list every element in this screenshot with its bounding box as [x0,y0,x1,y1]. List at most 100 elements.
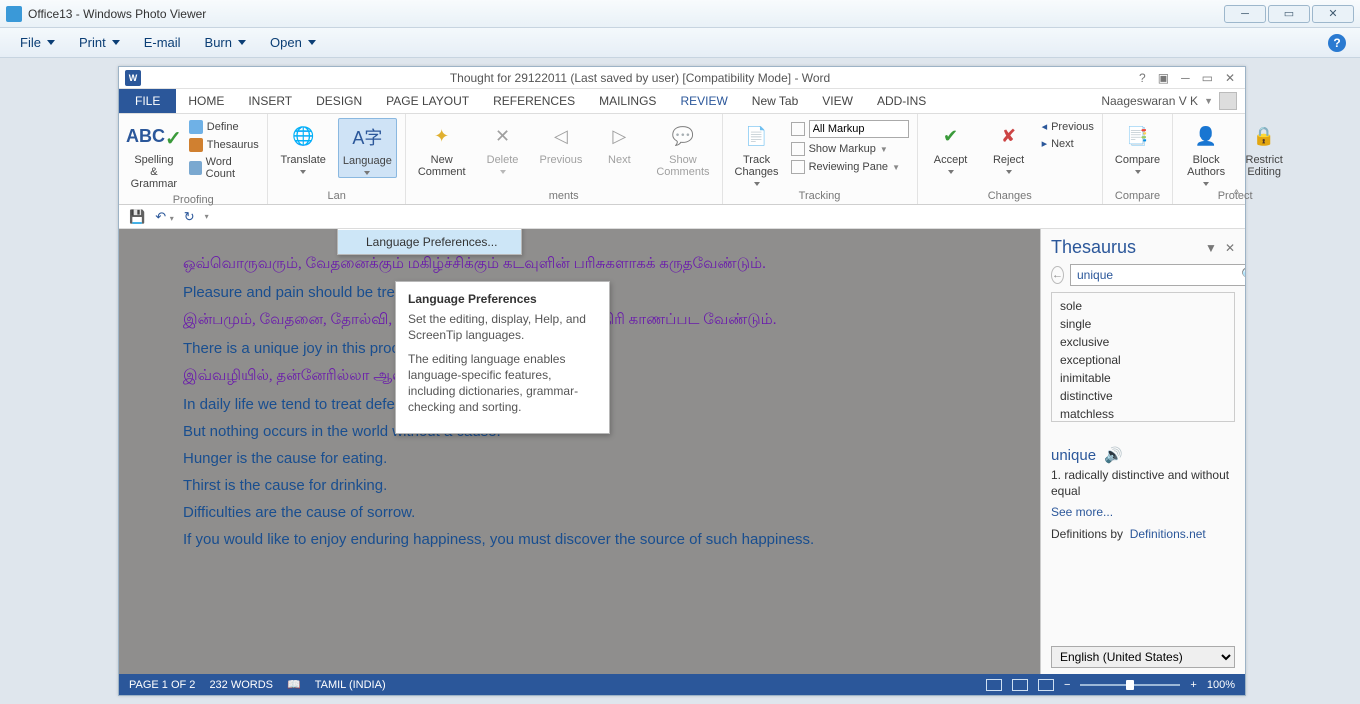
photoviewer-titlebar: Office13 - Windows Photo Viewer ─ ▭ ✕ [0,0,1360,28]
display-for-review[interactable] [791,118,909,140]
status-page[interactable]: PAGE 1 OF 2 [129,679,195,691]
reject-button[interactable]: ✘Reject [984,118,1034,176]
status-words[interactable]: 232 WORDS [209,679,273,691]
block-authors-button[interactable]: 👤Block Authors [1181,118,1231,188]
content-area: ஒவ்வொருவரும், வேதனைக்கும் மகிழ்ச்சிக்கும… [119,229,1245,674]
thesaurus-result-item[interactable]: single [1060,315,1226,333]
qat-customize-icon[interactable]: ▾ [205,212,209,221]
language-preferences-tooltip: Language Preferences Set the editing, di… [395,281,610,434]
accept-button[interactable]: ✔Accept [926,118,976,176]
reviewing-pane-button[interactable]: Reviewing Pane ▼ [791,158,909,176]
document-line[interactable]: If you would like to enjoy enduring happ… [183,531,957,548]
help-icon[interactable]: ? [1328,34,1346,52]
speaker-icon[interactable]: 🔊 [1104,446,1123,464]
save-icon[interactable]: 💾 [129,209,145,225]
maximize-button[interactable]: ▭ [1268,5,1310,23]
thesaurus-search-input[interactable] [1070,264,1245,286]
document-line[interactable]: Thirst is the cause for drinking. [183,477,957,494]
tab-view[interactable]: VIEW [810,89,865,113]
view-web-icon[interactable] [1038,679,1054,691]
previous-change-button[interactable]: ◂Previous [1042,118,1094,135]
zoom-level[interactable]: 100% [1207,679,1235,691]
view-read-icon[interactable] [986,679,1002,691]
translate-button[interactable]: 🌐 Translate [276,118,329,176]
word-restore-icon[interactable]: ▭ [1202,71,1213,85]
pv-menu-file[interactable]: File [20,35,55,50]
status-language[interactable]: TAMIL (INDIA) [315,679,386,691]
avatar [1219,92,1237,110]
document-line[interactable]: Difficulties are the cause of sorrow. [183,504,957,521]
document-line[interactable]: Hunger is the cause for eating. [183,450,957,467]
thesaurus-language-select[interactable]: English (United States) [1051,646,1235,668]
document-line[interactable]: ஒவ்வொருவரும், வேதனைக்கும் மகிழ்ச்சிக்கும… [183,255,957,274]
thesaurus-result-item[interactable]: sole [1060,297,1226,315]
thesaurus-button[interactable]: Thesaurus [189,136,260,154]
word-minimize-icon[interactable]: ─ [1181,71,1190,85]
close-button[interactable]: ✕ [1312,5,1354,23]
pv-menu-burn[interactable]: Burn [205,35,246,50]
photoviewer-menubar: File Print E-mail Burn Open ? [0,28,1360,58]
tab-home[interactable]: HOME [176,89,236,113]
word-ribbon-options-icon[interactable]: ▣ [1158,71,1169,85]
tab-file[interactable]: FILE [119,89,176,113]
pv-menu-open[interactable]: Open [270,35,316,50]
definitions-link[interactable]: Definitions.net [1130,527,1206,541]
group-language: 🌐 Translate A字 Language Lan [268,114,405,204]
group-label-comments: ments [414,190,714,202]
word-close-icon[interactable]: ✕ [1225,71,1235,85]
photoviewer-title: Office13 - Windows Photo Viewer [28,7,206,21]
tab-insert[interactable]: INSERT [236,89,304,113]
spelling-grammar-button[interactable]: ABC✓ Spelling & Grammar [127,118,181,192]
status-proof-icon[interactable]: 📖 [287,678,301,691]
thesaurus-results[interactable]: solesingleexclusiveexceptionalinimitable… [1051,292,1235,422]
pane-options-icon[interactable]: ▼ [1205,241,1217,255]
search-icon[interactable]: 🔍 [1241,267,1245,283]
tab-references[interactable]: REFERENCES [481,89,587,113]
word-help-icon[interactable]: ? [1139,71,1146,85]
tab-review[interactable]: REVIEW [668,89,739,113]
define-button[interactable]: Define [189,118,260,136]
word-app-icon: W [125,70,141,86]
redo-icon[interactable]: ↻ [184,209,195,225]
user-account[interactable]: Naageswaran V K ▼ [1093,89,1245,113]
zoom-out-icon[interactable]: − [1064,679,1070,691]
thesaurus-result-item[interactable]: exceptional [1060,351,1226,369]
tab-addins[interactable]: ADD-INS [865,89,938,113]
tab-mailings[interactable]: MAILINGS [587,89,668,113]
group-label-compare: Compare [1111,190,1164,202]
collapse-ribbon-icon[interactable]: ^ [1234,188,1239,200]
group-label-tracking: Tracking [731,190,909,202]
compare-button[interactable]: 📑Compare [1111,118,1164,176]
group-label-language: Lan [276,190,396,202]
tab-page-layout[interactable]: PAGE LAYOUT [374,89,481,113]
language-dropdown: 🌐Set Proofing Language... Language Prefe… [337,229,522,255]
view-print-icon[interactable] [1012,679,1028,691]
pv-menu-email[interactable]: E-mail [144,35,181,50]
thesaurus-result-item[interactable]: distinctive [1060,387,1226,405]
new-comment-button[interactable]: ✦New Comment [414,118,470,180]
ribbon-tabs: FILE HOME INSERT DESIGN PAGE LAYOUT REFE… [119,89,1245,113]
zoom-slider[interactable] [1080,684,1180,686]
undo-icon[interactable]: ↶ ▾ [155,209,174,225]
pane-close-icon[interactable]: ✕ [1225,241,1235,255]
next-change-button[interactable]: ▸Next [1042,135,1094,152]
language-preferences-item[interactable]: Language Preferences... [338,230,521,254]
previous-comment-button: ◁Previous [536,118,587,168]
def-text: 1. radically distinctive and without equ… [1051,467,1235,499]
pv-menu-print[interactable]: Print [79,35,120,50]
tab-new[interactable]: New Tab [740,89,810,113]
restrict-editing-button[interactable]: 🔒Restrict Editing [1239,118,1289,180]
thesaurus-result-item[interactable]: inimitable [1060,369,1226,387]
track-changes-button[interactable]: 📄Track Changes [731,118,783,188]
thesaurus-result-item[interactable]: matchless [1060,405,1226,422]
thesaurus-back-icon[interactable]: ← [1051,266,1064,284]
language-button[interactable]: A字 Language [338,118,397,178]
tab-design[interactable]: DESIGN [304,89,374,113]
thesaurus-result-item[interactable]: exclusive [1060,333,1226,351]
group-compare: 📑Compare Compare [1103,114,1173,204]
see-more-link[interactable]: See more... [1051,505,1235,519]
minimize-button[interactable]: ─ [1224,5,1266,23]
show-markup-button[interactable]: Show Markup ▼ [791,140,909,158]
zoom-in-icon[interactable]: + [1190,679,1196,691]
word-count-button[interactable]: Word Count [189,154,260,182]
